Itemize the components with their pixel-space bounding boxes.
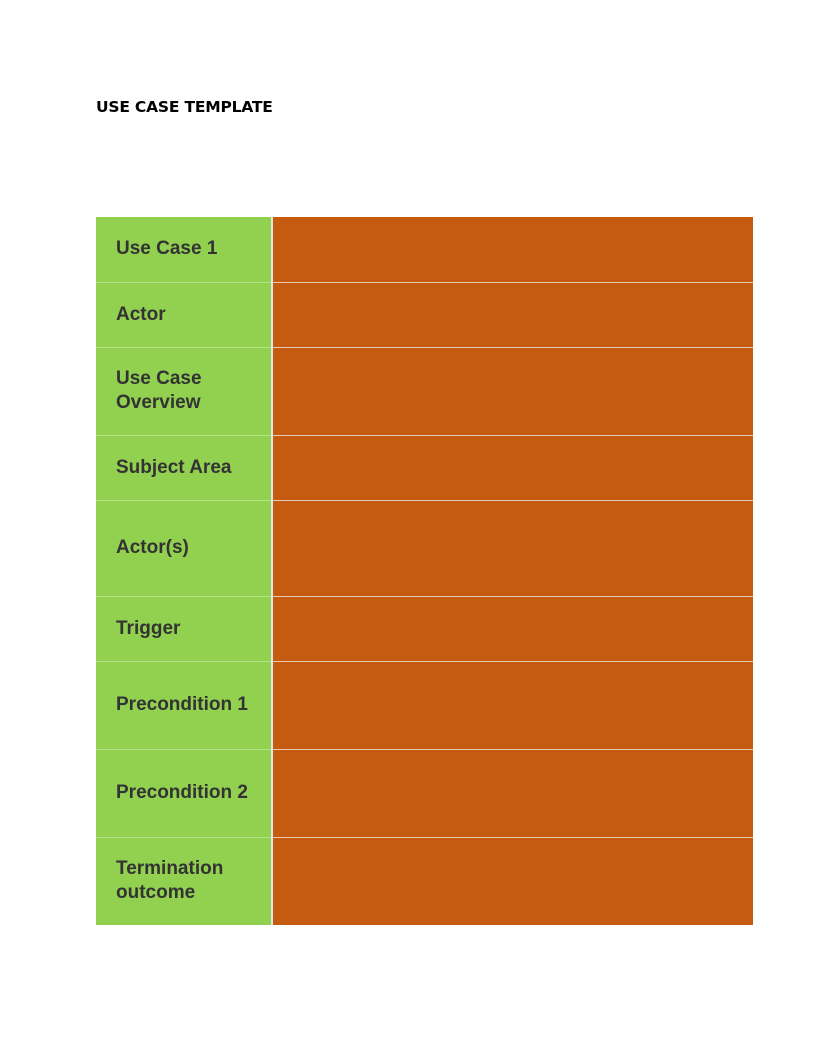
table-row: Precondition 1 [96, 661, 753, 750]
row-label: Actor(s) [96, 500, 273, 597]
row-label: Subject Area [96, 435, 273, 501]
row-value[interactable] [272, 837, 753, 925]
row-label: Use Case Overview [96, 347, 273, 436]
row-value[interactable] [272, 217, 753, 283]
row-value[interactable] [272, 596, 753, 662]
table-row: Actor [96, 282, 753, 348]
document-title: USE CASE TEMPLATE [96, 98, 273, 116]
row-value[interactable] [272, 435, 753, 501]
row-label: Termination outcome [96, 837, 273, 925]
row-value[interactable] [272, 347, 753, 436]
row-value[interactable] [272, 500, 753, 597]
row-label: Trigger [96, 596, 273, 662]
row-value[interactable] [272, 282, 753, 348]
row-value[interactable] [272, 661, 753, 750]
row-value[interactable] [272, 749, 753, 838]
row-label: Precondition 1 [96, 661, 273, 750]
table-row: Actor(s) [96, 500, 753, 597]
table-row: Use Case 1 [96, 217, 753, 283]
table-row: Termination outcome [96, 837, 753, 925]
table-row: Use Case Overview [96, 347, 753, 436]
row-label: Actor [96, 282, 273, 348]
table-row: Precondition 2 [96, 749, 753, 838]
table-row: Trigger [96, 596, 753, 662]
table-row: Subject Area [96, 435, 753, 501]
row-label: Use Case 1 [96, 217, 273, 283]
use-case-table: Use Case 1 Actor Use Case Overview Subje… [96, 217, 753, 925]
row-label: Precondition 2 [96, 749, 273, 838]
